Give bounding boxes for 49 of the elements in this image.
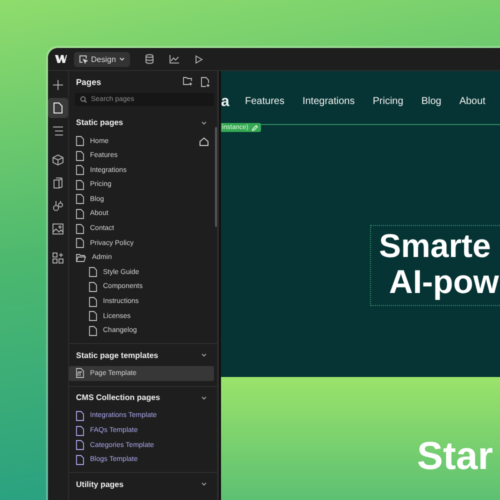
search-icon bbox=[80, 96, 87, 103]
page-icon bbox=[76, 165, 84, 176]
page-icon bbox=[76, 194, 84, 204]
page-icon bbox=[89, 267, 97, 278]
play-icon[interactable] bbox=[195, 54, 204, 64]
page-icon bbox=[76, 440, 84, 450]
nav-link[interactable]: Features bbox=[245, 96, 284, 106]
section-title[interactable]: Static pages bbox=[76, 118, 201, 128]
page-icon bbox=[76, 208, 84, 219]
nav-link[interactable]: About bbox=[459, 96, 486, 106]
new-folder-icon[interactable] bbox=[183, 77, 193, 86]
chevron-icon[interactable] bbox=[201, 396, 207, 400]
panel-title: Pages bbox=[76, 76, 102, 87]
page-icon bbox=[76, 180, 84, 190]
section-title[interactable]: CMS Collection pages bbox=[76, 393, 201, 402]
chevron-icon[interactable] bbox=[201, 120, 207, 125]
page-icon bbox=[89, 311, 97, 322]
page-icon bbox=[76, 136, 84, 146]
design-mode-button[interactable]: Design bbox=[74, 52, 130, 66]
nav-link[interactable]: Pricing bbox=[372, 96, 404, 106]
cursor-icon bbox=[79, 54, 88, 64]
page-icon[interactable] bbox=[48, 98, 68, 118]
section-heading: Star bbox=[417, 435, 493, 480]
pencil-icon[interactable] bbox=[252, 124, 258, 130]
page-icon bbox=[89, 326, 97, 336]
home-icon[interactable] bbox=[199, 136, 209, 146]
database-icon[interactable] bbox=[144, 54, 154, 64]
chevron-icon[interactable] bbox=[201, 482, 207, 486]
page-icon bbox=[76, 150, 84, 161]
logo-icon[interactable] bbox=[55, 55, 67, 63]
page-icon bbox=[76, 238, 84, 248]
page-icon bbox=[76, 410, 84, 421]
logo-text[interactable]: a bbox=[221, 92, 227, 110]
page-icon bbox=[89, 296, 97, 307]
hero-heading: Smarte AI-pow bbox=[370, 225, 500, 306]
chevron-icon[interactable] bbox=[201, 353, 207, 358]
section-title[interactable]: Utility pages bbox=[76, 480, 201, 488]
nav-link[interactable]: Blog bbox=[421, 96, 442, 106]
page-icon bbox=[76, 454, 84, 465]
caret-icon bbox=[118, 57, 125, 61]
page-icon bbox=[76, 426, 84, 436]
section-title[interactable]: Static page templates bbox=[76, 350, 201, 360]
new-page-icon[interactable] bbox=[201, 76, 210, 87]
page-icon bbox=[76, 224, 84, 234]
chart-icon[interactable] bbox=[169, 54, 180, 64]
template-icon bbox=[76, 368, 84, 378]
nav-link[interactable]: Integrations bbox=[302, 96, 355, 106]
folder-icon bbox=[76, 254, 86, 262]
page-icon bbox=[89, 282, 97, 292]
